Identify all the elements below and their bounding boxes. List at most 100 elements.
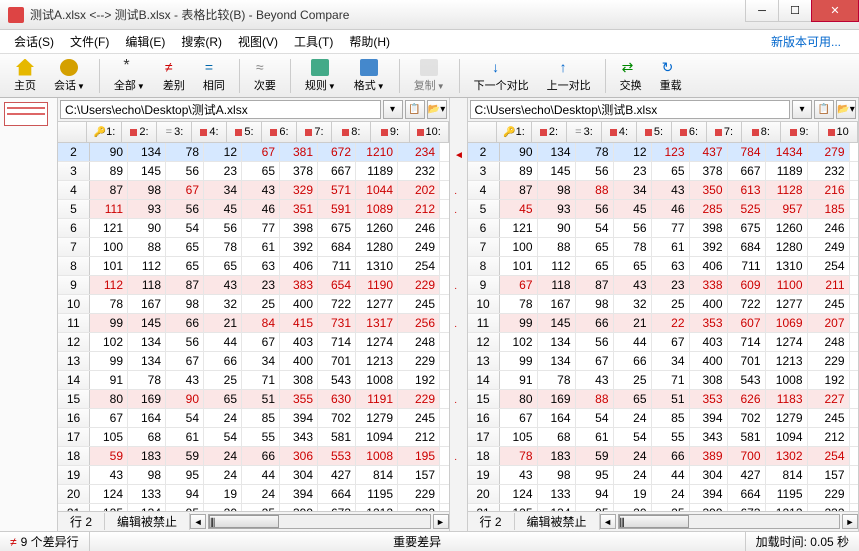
- right-row-12[interactable]: 121021345644674037141274248: [468, 333, 859, 352]
- right-col-header-6[interactable]: 6:: [672, 122, 707, 142]
- right-col-header-9[interactable]: 9:: [781, 122, 820, 142]
- left-row-7[interactable]: 7100886578613926841280249: [58, 238, 449, 257]
- right-scroll-thumb[interactable]: ⦀: [619, 515, 689, 528]
- right-path-dropdown[interactable]: ▾: [792, 100, 812, 119]
- right-col-header-8[interactable]: 8:: [742, 122, 781, 142]
- menu-view[interactable]: 视图(V): [230, 33, 286, 50]
- right-scroll-left[interactable]: ◄: [600, 514, 616, 529]
- left-row-19[interactable]: 194398952444304427814157: [58, 466, 449, 485]
- toolbar-prev-button[interactable]: 上一对比: [539, 56, 599, 96]
- left-col-header-5[interactable]: 5:: [227, 122, 262, 142]
- left-row-11[interactable]: 11991456621844157311317256: [58, 314, 449, 333]
- left-row-16[interactable]: 16671645424853947021279245: [58, 409, 449, 428]
- left-row-21[interactable]: 211251349520253996731212232: [58, 504, 449, 511]
- right-col-header-1[interactable]: 🔑1:: [497, 122, 532, 142]
- left-row-3[interactable]: 3891455623653786671189232: [58, 162, 449, 181]
- left-col-header-6[interactable]: 6:: [262, 122, 297, 142]
- right-row-14[interactable]: 1491784325713085431008192: [468, 371, 859, 390]
- right-row-9[interactable]: 9671188743233386091100211: [468, 276, 859, 295]
- menu-tools[interactable]: 工具(T): [286, 33, 341, 50]
- left-scroll-right[interactable]: ►: [433, 514, 449, 529]
- right-row-10[interactable]: 10781679832254007221277245: [468, 295, 859, 314]
- left-row-2[interactable]: 2901347812673816721210234: [58, 143, 449, 162]
- toolbar-minor-button[interactable]: 次要: [246, 56, 284, 96]
- left-row-5[interactable]: 5111935645463515911089212: [58, 200, 449, 219]
- left-row-4[interactable]: 487986734433295711044202: [58, 181, 449, 200]
- overview-thumb[interactable]: [4, 102, 48, 126]
- left-scroll-left[interactable]: ◄: [190, 514, 206, 529]
- toolbar-sessions-button[interactable]: 会话▼: [46, 56, 93, 96]
- left-row-6[interactable]: 6121905456773986751260246: [58, 219, 449, 238]
- left-row-9[interactable]: 91121188743233836541190229: [58, 276, 449, 295]
- toolbar-next-button[interactable]: 下一个对比: [466, 56, 537, 96]
- right-scroll-right[interactable]: ►: [842, 514, 858, 529]
- left-col-header-3[interactable]: 3:: [157, 122, 192, 142]
- right-browse-button[interactable]: 📂▾: [836, 100, 856, 119]
- left-row-18[interactable]: 18591835924663065531008195: [58, 447, 449, 466]
- left-col-header-7[interactable]: 7:: [297, 122, 332, 142]
- right-row-3[interactable]: 3891455623653786671189232: [468, 162, 859, 181]
- toolbar-diff-button[interactable]: 差别: [155, 56, 193, 96]
- right-col-header-2[interactable]: 2:: [532, 122, 567, 142]
- maximize-button[interactable]: ☐: [778, 0, 812, 22]
- right-row-8[interactable]: 81011126565634067111310254: [468, 257, 859, 276]
- toolbar-swap-button[interactable]: 交换: [612, 56, 650, 96]
- update-link[interactable]: 新版本可用...: [763, 33, 849, 50]
- left-scroll-track[interactable]: ⦀: [208, 514, 430, 529]
- left-row-17[interactable]: 17105686154553435811094212: [58, 428, 449, 447]
- left-col-header-4[interactable]: 4:: [192, 122, 227, 142]
- left-col-header-8[interactable]: 8:: [332, 122, 371, 142]
- right-row-7[interactable]: 7100886578613926841280249: [468, 238, 859, 257]
- right-row-20[interactable]: 201241339419243946641195229: [468, 485, 859, 504]
- menu-edit[interactable]: 编辑(E): [117, 33, 173, 50]
- left-browse-button[interactable]: 📂▾: [427, 100, 447, 119]
- right-col-header-7[interactable]: 7:: [707, 122, 742, 142]
- toolbar-home-button[interactable]: 主页: [6, 56, 44, 96]
- left-row-12[interactable]: 121021345644674037141274248: [58, 333, 449, 352]
- minimize-button[interactable]: ─: [745, 0, 779, 22]
- right-row-21[interactable]: 211251349520253996731212232: [468, 504, 859, 511]
- right-row-18[interactable]: 18781835924663897001302254: [468, 447, 859, 466]
- left-path-dropdown[interactable]: ▾: [383, 100, 403, 119]
- left-row-8[interactable]: 81011126565634067111310254: [58, 257, 449, 276]
- right-row-13[interactable]: 13991346766344007011213229: [468, 352, 859, 371]
- left-row-10[interactable]: 10781679832254007221277245: [58, 295, 449, 314]
- right-col-header-4[interactable]: 4:: [602, 122, 637, 142]
- toolbar-rules-button[interactable]: 规则▼: [297, 56, 344, 96]
- toolbar-format-button[interactable]: 格式▼: [346, 56, 393, 96]
- menu-file[interactable]: 文件(F): [62, 33, 117, 50]
- left-row-20[interactable]: 201241339419243946641195229: [58, 485, 449, 504]
- right-row-17[interactable]: 17105686154553435811094212: [468, 428, 859, 447]
- right-col-header-10[interactable]: 10: [819, 122, 858, 142]
- right-path-input[interactable]: [470, 100, 791, 119]
- menu-search[interactable]: 搜索(R): [173, 33, 230, 50]
- right-row-6[interactable]: 6121905456773986751260246: [468, 219, 859, 238]
- left-row-13[interactable]: 13991346766344007011213229: [58, 352, 449, 371]
- left-col-header-9[interactable]: 9:: [371, 122, 410, 142]
- right-col-header-5[interactable]: 5:: [637, 122, 672, 142]
- right-row-19[interactable]: 194398952444304427814157: [468, 466, 859, 485]
- right-history-button[interactable]: 📋: [814, 100, 834, 119]
- toolbar-same-button[interactable]: 相同: [195, 56, 233, 96]
- right-row-5[interactable]: 54593564546285525957185: [468, 200, 859, 219]
- menu-session[interactable]: 会话(S): [6, 33, 62, 50]
- left-path-input[interactable]: [60, 100, 381, 119]
- right-row-11[interactable]: 11991456621223536071069207: [468, 314, 859, 333]
- right-row-4[interactable]: 487988834433506131128216: [468, 181, 859, 200]
- right-scroll-track[interactable]: ⦀: [618, 514, 840, 529]
- right-col-header-3[interactable]: 3:: [567, 122, 602, 142]
- right-row-15[interactable]: 15801698865513536261183227: [468, 390, 859, 409]
- left-col-header-10[interactable]: 10:: [410, 122, 449, 142]
- right-row-2[interactable]: 29013478121234377841434279: [468, 143, 859, 162]
- toolbar-all-button[interactable]: 全部▼: [106, 56, 153, 96]
- left-history-button[interactable]: 📋: [405, 100, 425, 119]
- right-row-16[interactable]: 16671645424853947021279245: [468, 409, 859, 428]
- left-col-header-1[interactable]: 🔑1:: [87, 122, 122, 142]
- left-col-header-2[interactable]: 2:: [122, 122, 157, 142]
- left-row-15[interactable]: 15801699065513556301191229: [58, 390, 449, 409]
- close-button[interactable]: ✕: [811, 0, 859, 22]
- left-scroll-thumb[interactable]: ⦀: [209, 515, 279, 528]
- toolbar-reload-button[interactable]: 重载: [652, 56, 690, 96]
- menu-help[interactable]: 帮助(H): [341, 33, 398, 50]
- left-row-14[interactable]: 1491784325713085431008192: [58, 371, 449, 390]
